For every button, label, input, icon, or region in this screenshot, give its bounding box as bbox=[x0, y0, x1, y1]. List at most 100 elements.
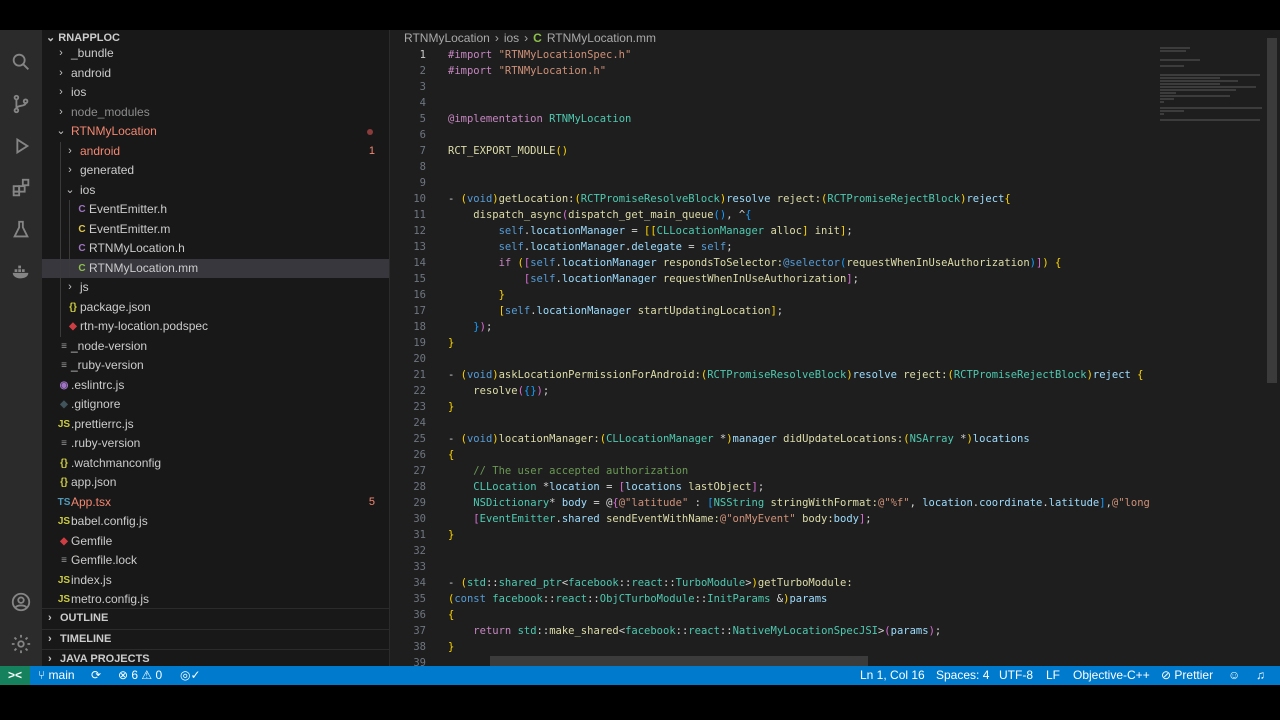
tree-item[interactable]: ◆ Gemfile bbox=[42, 532, 389, 552]
code-line[interactable]: 35 (const facebook::react::ObjCTurboModul… bbox=[390, 591, 1280, 607]
code-line[interactable]: 13 self.locationManager.delegate = self; bbox=[390, 239, 1280, 255]
code-line[interactable]: 9 bbox=[390, 175, 1280, 191]
code-line[interactable]: 2 #import "RTNMyLocation.h" bbox=[390, 63, 1280, 79]
tree-item[interactable]: › android 1 bbox=[42, 141, 389, 162]
code-line[interactable]: 20 bbox=[390, 351, 1280, 367]
code-line[interactable]: 1 #import "RTNMyLocationSpec.h" bbox=[390, 47, 1280, 63]
language-mode[interactable]: Objective-C++ bbox=[1073, 666, 1150, 685]
tree-item[interactable]: JS babel.config.js bbox=[42, 512, 389, 532]
tree-item[interactable]: ≡ .ruby-version bbox=[42, 434, 389, 454]
problems-status[interactable]: ⊗ 6 ⚠ 0 bbox=[118, 666, 162, 685]
feedback-icon[interactable]: ☺ bbox=[1228, 666, 1240, 685]
remote-indicator[interactable]: >< bbox=[0, 666, 30, 685]
tree-item[interactable]: ≡ Gemfile.lock bbox=[42, 551, 389, 571]
code-line[interactable]: 3 bbox=[390, 79, 1280, 95]
breadcrumb-file[interactable]: RTNMyLocation.mm bbox=[547, 31, 656, 45]
branch-status[interactable]: ⑂ main bbox=[38, 666, 75, 685]
tree-item[interactable]: {} app.json bbox=[42, 473, 389, 493]
code-line[interactable]: 18 }); bbox=[390, 319, 1280, 335]
code-line[interactable]: 34 - (std::shared_ptr<facebook::react::Tu… bbox=[390, 575, 1280, 591]
code-line[interactable]: 22 resolve({}); bbox=[390, 383, 1280, 399]
notifications-bell-icon[interactable]: ♫ bbox=[1256, 666, 1265, 685]
search-icon[interactable] bbox=[9, 50, 33, 74]
chevron-right-icon[interactable]: › bbox=[55, 44, 67, 64]
tree-item[interactable]: JS metro.config.js bbox=[42, 590, 389, 610]
code-line[interactable]: 32 bbox=[390, 543, 1280, 559]
settings-gear-icon[interactable] bbox=[9, 632, 33, 656]
breadcrumb-subfolder[interactable]: ios bbox=[504, 31, 519, 45]
chevron-right-icon[interactable]: › bbox=[64, 278, 76, 298]
source-control-icon[interactable] bbox=[9, 92, 33, 116]
tree-item[interactable]: › generated bbox=[42, 161, 389, 181]
code-line[interactable]: 36 { bbox=[390, 607, 1280, 623]
tree-item[interactable]: ◆ rtn-my-location.podspec bbox=[42, 317, 389, 337]
tree-item[interactable]: C RTNMyLocation.h bbox=[42, 239, 389, 259]
chevron-down-icon[interactable]: ⌄ bbox=[55, 122, 67, 142]
tree-item[interactable]: {} .watchmanconfig bbox=[42, 454, 389, 474]
code-line[interactable]: 38} bbox=[390, 639, 1280, 655]
code-line[interactable]: 24 bbox=[390, 415, 1280, 431]
tree-item[interactable]: JS .prettierrc.js bbox=[42, 415, 389, 435]
code-line[interactable]: 11 dispatch_async(dispatch_get_main_queu… bbox=[390, 207, 1280, 223]
code-line[interactable]: 28 CLLocation *location = [locations las… bbox=[390, 479, 1280, 495]
tree-item[interactable]: C EventEmitter.m bbox=[42, 219, 389, 239]
tree-item[interactable]: TS App.tsx 5 bbox=[42, 493, 389, 513]
tree-item[interactable]: ⌄ RTNMyLocation bbox=[42, 122, 389, 142]
code-line[interactable]: 19} bbox=[390, 335, 1280, 351]
sync-icon[interactable]: ⟳ bbox=[91, 666, 101, 685]
code-line[interactable]: 26 { bbox=[390, 447, 1280, 463]
chevron-right-icon[interactable]: › bbox=[64, 142, 76, 162]
extensions-icon[interactable] bbox=[9, 176, 33, 200]
tree-item[interactable]: › node_modules bbox=[42, 103, 389, 123]
encoding[interactable]: UTF-8 bbox=[999, 666, 1033, 685]
tree-item[interactable]: › ios bbox=[42, 83, 389, 103]
code-line[interactable]: 29 NSDictionary* body = @{@"latitude" : … bbox=[390, 495, 1280, 511]
horizontal-scrollbar[interactable] bbox=[490, 656, 868, 666]
account-icon[interactable] bbox=[9, 590, 33, 614]
chevron-down-icon[interactable]: ⌄ bbox=[64, 181, 76, 201]
tree-item[interactable]: ≡ _node-version bbox=[42, 337, 389, 357]
code-line[interactable]: 33 bbox=[390, 559, 1280, 575]
code-line[interactable]: 10 - (void)getLocation:(RCTPromiseResolve… bbox=[390, 191, 1280, 207]
docker-icon[interactable] bbox=[9, 260, 33, 284]
tree-item[interactable]: JS index.js bbox=[42, 571, 389, 591]
code-editor[interactable]: RTNMyLocation › ios › C RTNMyLocation.mm 1 #im… bbox=[390, 30, 1280, 667]
tree-item[interactable]: ⌄ ios bbox=[42, 180, 389, 201]
chevron-right-icon[interactable]: › bbox=[55, 83, 67, 103]
testing-flask-icon[interactable] bbox=[9, 218, 33, 242]
code-lines[interactable]: 1 #import "RTNMyLocationSpec.h" 2 #import "… bbox=[390, 47, 1280, 667]
chevron-right-icon[interactable]: › bbox=[55, 64, 67, 84]
cursor-position[interactable]: Ln 1, Col 16 bbox=[860, 666, 925, 685]
run-debug-icon[interactable] bbox=[9, 134, 33, 158]
code-line[interactable]: 7 RCT_EXPORT_MODULE() bbox=[390, 143, 1280, 159]
end-of-line[interactable]: LF bbox=[1046, 666, 1060, 685]
chevron-right-icon[interactable]: › bbox=[64, 161, 76, 181]
tree-item[interactable]: ≡ _ruby-version bbox=[42, 356, 389, 376]
code-line[interactable]: 30 [EventEmitter.shared sendEventWithNam… bbox=[390, 511, 1280, 527]
ports-icon[interactable]: ◎✓ bbox=[180, 666, 201, 685]
vertical-scrollbar[interactable] bbox=[1267, 38, 1277, 383]
breadcrumb-folder[interactable]: RTNMyLocation bbox=[404, 31, 490, 45]
tree-item[interactable]: C RTNMyLocation.mm bbox=[42, 258, 389, 278]
code-line[interactable]: 4 bbox=[390, 95, 1280, 111]
code-line[interactable]: 31} bbox=[390, 527, 1280, 543]
tree-item[interactable]: {} package.json bbox=[42, 297, 389, 317]
tree-item[interactable]: ◉ .eslintrc.js bbox=[42, 376, 389, 396]
code-line[interactable]: 23} bbox=[390, 399, 1280, 415]
code-line[interactable]: 8 bbox=[390, 159, 1280, 175]
code-line[interactable]: 16 } bbox=[390, 287, 1280, 303]
code-line[interactable]: 21 - (void)askLocationPermissionForAndroi… bbox=[390, 367, 1280, 383]
code-line[interactable]: 6 bbox=[390, 127, 1280, 143]
chevron-right-icon[interactable]: › bbox=[55, 103, 67, 123]
tree-item[interactable]: › android bbox=[42, 64, 389, 84]
code-line[interactable]: 25 - (void)locationManager:(CLLocationMan… bbox=[390, 431, 1280, 447]
code-line[interactable]: 17 [self.locationManager startUpdatingLo… bbox=[390, 303, 1280, 319]
tree-item[interactable]: C EventEmitter.h bbox=[42, 200, 389, 220]
code-line[interactable]: 12 self.locationManager = [[CLLocationMa… bbox=[390, 223, 1280, 239]
sidebar-section-java-projects[interactable]: › JAVA PROJECTS bbox=[42, 649, 389, 667]
prettier-status[interactable]: ⊘ Prettier bbox=[1161, 666, 1213, 685]
sidebar-section-outline[interactable]: › OUTLINE bbox=[42, 608, 389, 629]
code-line[interactable]: 15 [self.locationManager requestWhenInUs… bbox=[390, 271, 1280, 287]
tree-item[interactable]: › js bbox=[42, 278, 389, 298]
code-line[interactable]: 27 // The user accepted authorization bbox=[390, 463, 1280, 479]
